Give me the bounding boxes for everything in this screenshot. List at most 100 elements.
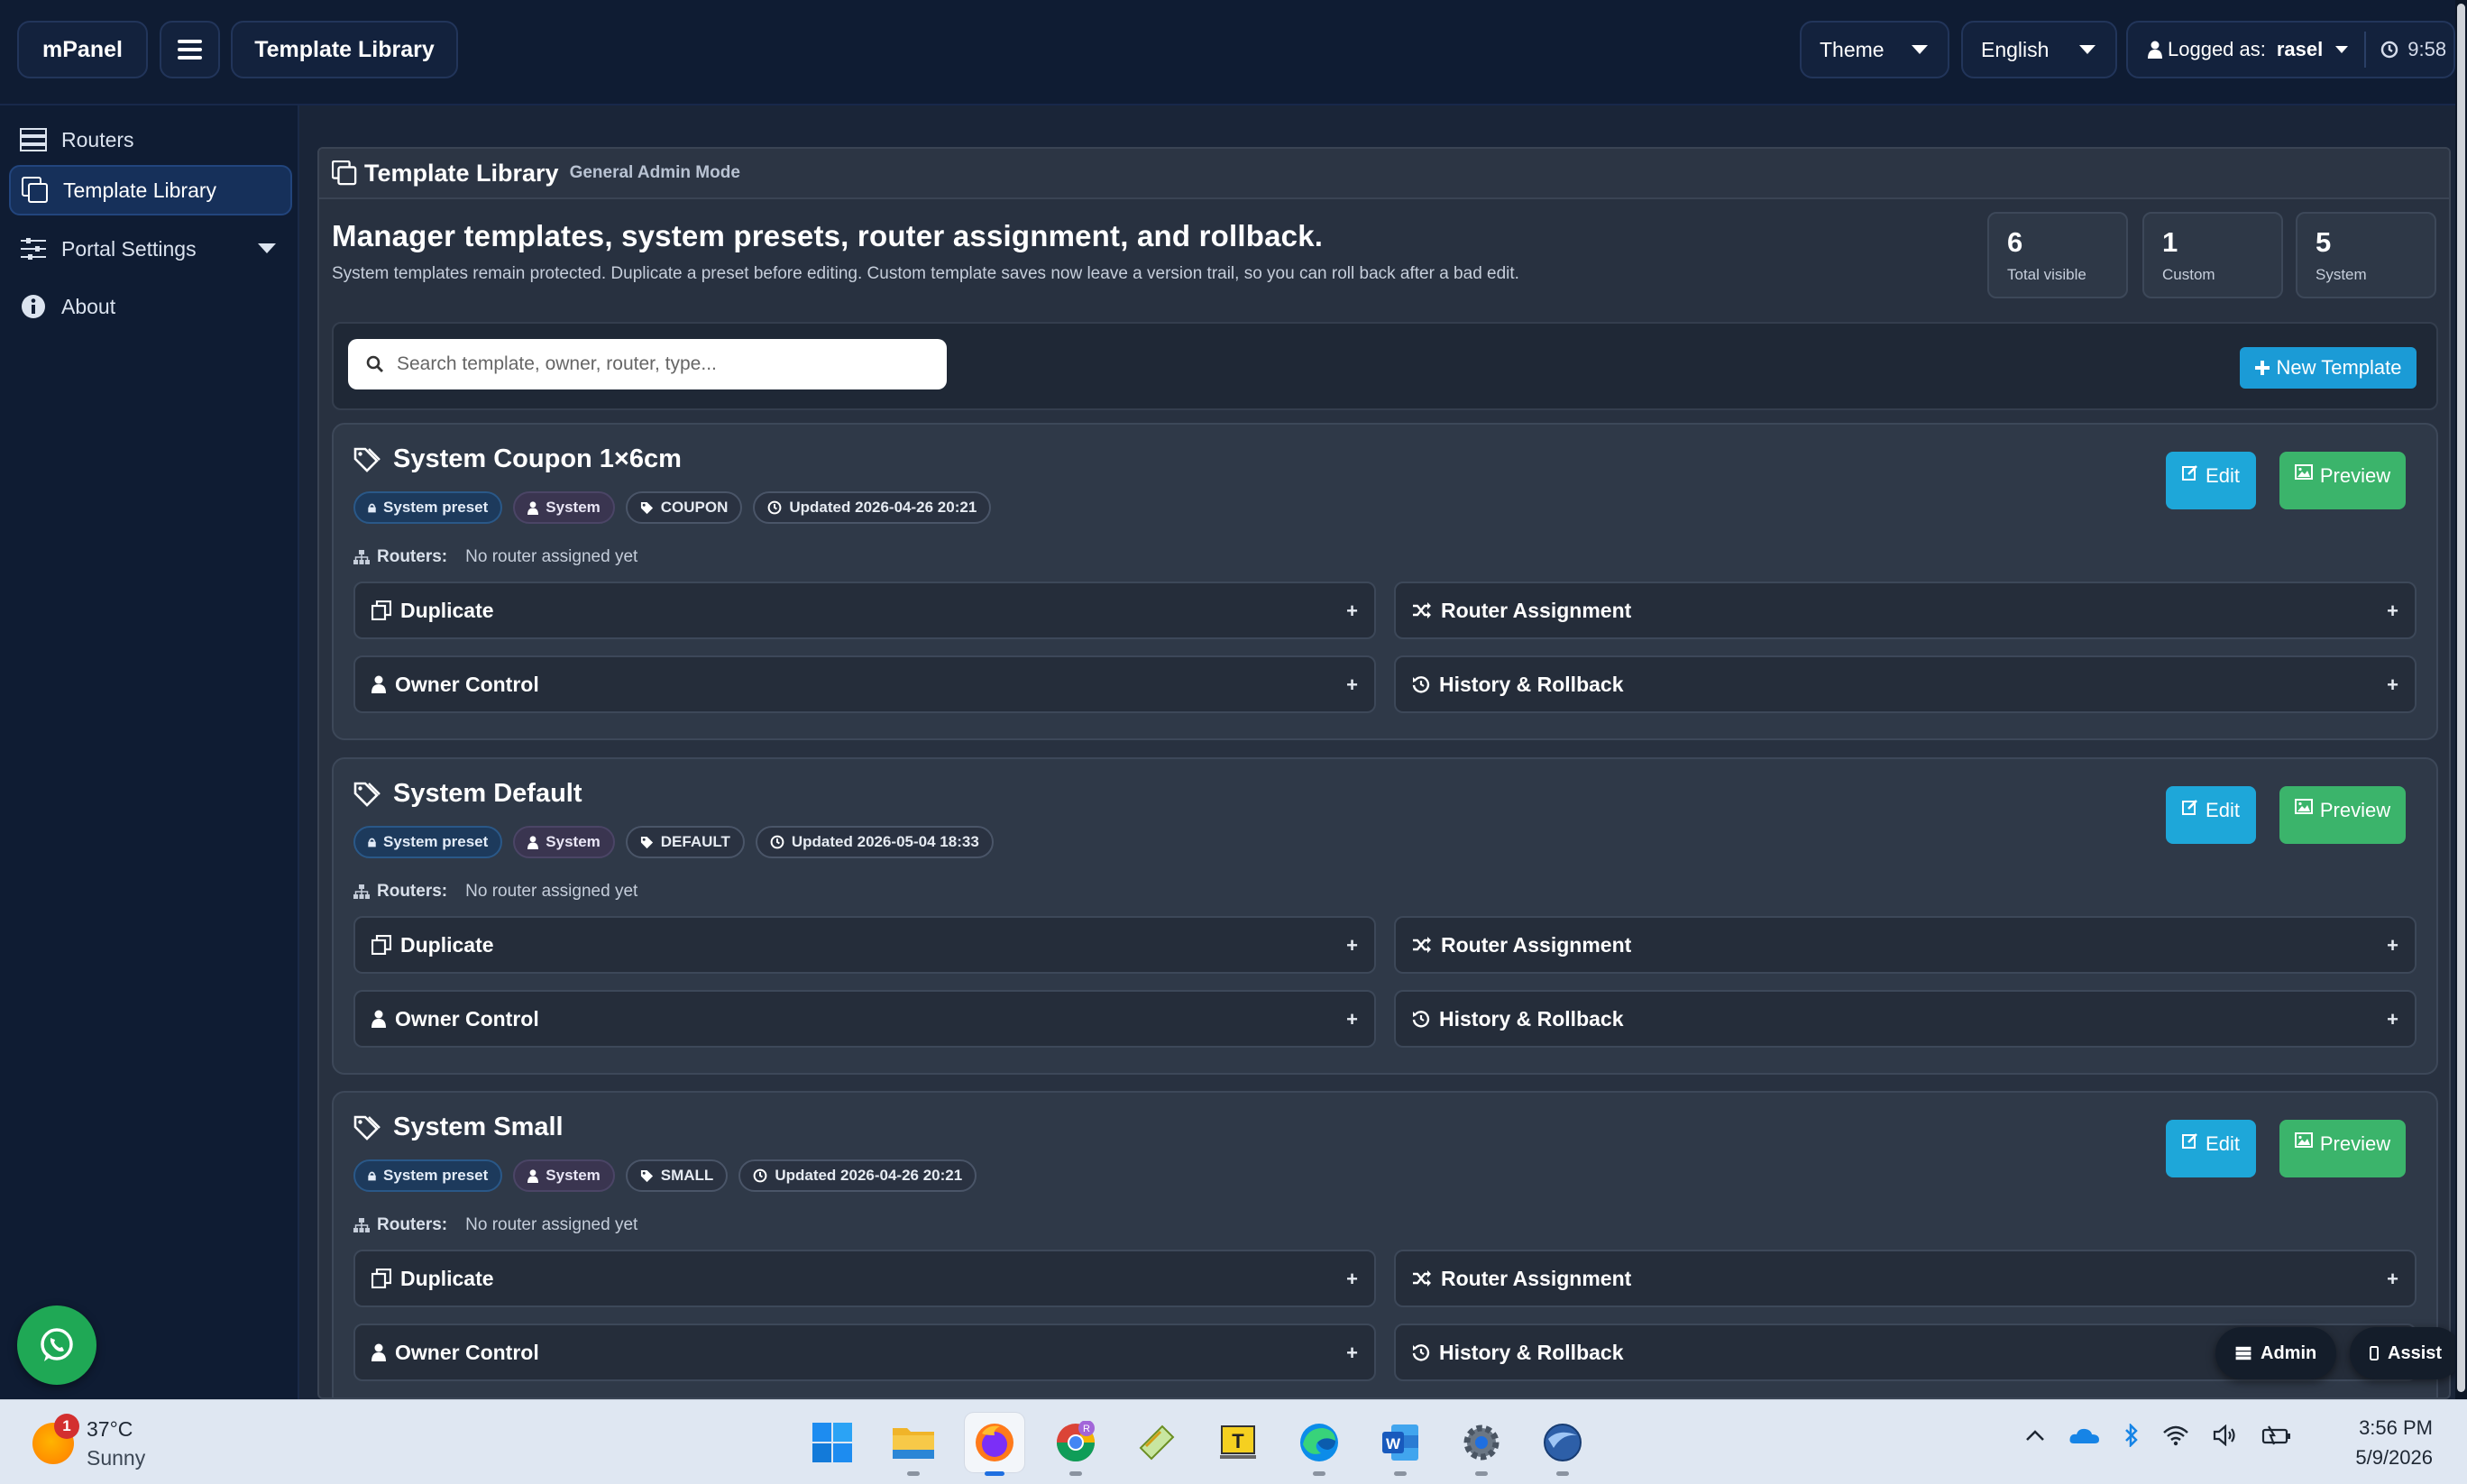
- chrome-icon[interactable]: R: [1046, 1413, 1105, 1476]
- router-assignment-section[interactable]: Router Assignment +: [1394, 582, 2417, 639]
- preview-button[interactable]: Preview: [2279, 786, 2406, 844]
- whatsapp-button[interactable]: [17, 1305, 96, 1385]
- owner-control-section[interactable]: Owner Control +: [353, 1324, 1376, 1381]
- user-dropdown[interactable]: Logged as: rasel: [2128, 38, 2349, 61]
- user-icon: [527, 500, 539, 515]
- info-icon: [18, 293, 49, 320]
- running-indicator: [1556, 1471, 1569, 1476]
- lock-icon: 🔒︎: [368, 1167, 377, 1184]
- duplicate-section[interactable]: Duplicate +: [353, 582, 1376, 639]
- sidebar-item-routers[interactable]: Routers: [9, 115, 292, 165]
- duplicate-section[interactable]: Duplicate +: [353, 1250, 1376, 1307]
- username: rasel: [2276, 38, 2324, 60]
- firefox-icon[interactable]: [965, 1413, 1024, 1476]
- clock-date: 5/9/2026: [2355, 1446, 2433, 1469]
- edit-button[interactable]: Edit: [2166, 1120, 2256, 1177]
- template-badges: 🔒︎ System preset System COUPON Updated 20…: [353, 491, 992, 524]
- history-icon: [1412, 1344, 1430, 1361]
- preview-label: Preview: [2319, 1132, 2391, 1155]
- preview-button[interactable]: Preview: [2279, 1120, 2406, 1177]
- preview-button[interactable]: Preview: [2279, 452, 2406, 509]
- preset-badge: 🔒︎ System preset: [353, 1159, 503, 1192]
- text-app-icon[interactable]: T: [1208, 1413, 1268, 1472]
- sidebar-item-portal-settings[interactable]: Portal Settings: [9, 224, 292, 274]
- word-icon[interactable]: W: [1371, 1413, 1430, 1476]
- speaker-icon[interactable]: [2213, 1424, 2238, 1446]
- panel-title: Template Library: [364, 159, 559, 187]
- badge-label: SMALL: [660, 1167, 714, 1184]
- section-label: Router Assignment: [1441, 932, 1632, 957]
- section-label: Owner Control: [395, 1340, 539, 1364]
- routers-value: No router assigned yet: [465, 1215, 638, 1234]
- new-template-button[interactable]: New Template: [2240, 347, 2417, 389]
- svg-text:T: T: [1232, 1430, 1244, 1452]
- badge-label: Updated 2026-04-26 20:21: [775, 1167, 963, 1184]
- sidebar-item-template-library[interactable]: Template Library: [9, 165, 292, 215]
- onedrive-icon[interactable]: [2068, 1425, 2101, 1445]
- admin-mode-button[interactable]: Admin: [2215, 1327, 2337, 1379]
- router-assignment-section[interactable]: Router Assignment +: [1394, 1250, 2417, 1307]
- preview-label: Preview: [2319, 464, 2391, 487]
- type-badge: COUPON: [625, 491, 743, 524]
- settings-icon[interactable]: [1452, 1413, 1511, 1476]
- history-rollback-section[interactable]: History & Rollback +: [1394, 655, 2417, 713]
- expand-plus-icon: +: [2387, 600, 2398, 622]
- clone-icon: [371, 1269, 391, 1288]
- edge-icon[interactable]: [1289, 1413, 1349, 1476]
- router-assignment-section[interactable]: Router Assignment +: [1394, 916, 2417, 974]
- badge-label: System preset: [383, 1167, 489, 1184]
- running-indicator: [1069, 1471, 1082, 1476]
- edit-button[interactable]: Edit: [2166, 452, 2256, 509]
- edit-icon: [2182, 1133, 2197, 1149]
- breadcrumb[interactable]: Template Library: [231, 21, 458, 78]
- running-indicator: [1313, 1471, 1325, 1476]
- running-indicator: [1475, 1471, 1488, 1476]
- running-indicator: [907, 1471, 920, 1476]
- scrollbar-thumb[interactable]: [2457, 4, 2465, 1392]
- badge-label: Updated 2026-04-26 20:21: [789, 499, 977, 516]
- wifi-icon[interactable]: [2162, 1424, 2189, 1446]
- section-label: History & Rollback: [1439, 1340, 1624, 1364]
- bluetooth-icon[interactable]: [2124, 1424, 2139, 1447]
- clock-icon: [2381, 41, 2398, 59]
- template-badges: 🔒︎ System preset System DEFAULT Updated 2…: [353, 826, 994, 858]
- type-badge: DEFAULT: [625, 826, 745, 858]
- weather-widget[interactable]: 1 37°C Sunny: [32, 1414, 145, 1472]
- history-rollback-section[interactable]: History & Rollback +: [1394, 990, 2417, 1048]
- hamburger-icon: [178, 40, 202, 60]
- edit-icon: [2182, 465, 2197, 481]
- search-icon: [366, 355, 383, 372]
- owner-control-section[interactable]: Owner Control +: [353, 990, 1376, 1048]
- owner-control-section[interactable]: Owner Control +: [353, 655, 1376, 713]
- assist-button[interactable]: Assist: [2350, 1327, 2462, 1379]
- battery-charging-icon[interactable]: [2261, 1424, 2292, 1446]
- user-icon: [371, 1010, 386, 1028]
- badge-label: System preset: [383, 499, 489, 516]
- search-input[interactable]: [397, 353, 929, 375]
- search-box: [348, 339, 947, 389]
- browser-globe-icon[interactable]: [1533, 1413, 1592, 1476]
- clock-icon: [753, 1168, 767, 1183]
- file-explorer-icon[interactable]: [884, 1413, 943, 1476]
- language-select[interactable]: English: [1961, 21, 2117, 78]
- duplicate-section[interactable]: Duplicate +: [353, 916, 1376, 974]
- stat-label: System: [2316, 266, 2367, 283]
- start-icon[interactable]: [802, 1413, 862, 1472]
- badge-label: DEFAULT: [660, 833, 730, 850]
- expand-plus-icon: +: [1346, 1342, 1358, 1364]
- caret-down-icon: [2079, 45, 2096, 54]
- sticky-app-icon[interactable]: [1127, 1413, 1187, 1472]
- chevron-up-icon[interactable]: [2025, 1429, 2045, 1442]
- template-library-panel: Template Library General Admin Mode Mana…: [317, 147, 2451, 1399]
- taskbar-clock[interactable]: 3:56 PM 5/9/2026: [2343, 1413, 2433, 1472]
- caret-down-icon: [2335, 46, 2349, 53]
- template-name: System Coupon 1×6cm: [393, 444, 682, 473]
- sidebar-item-about[interactable]: About: [9, 281, 292, 332]
- menu-toggle-button[interactable]: [160, 21, 220, 78]
- page-scrollbar[interactable]: [2455, 0, 2467, 1399]
- edit-button[interactable]: Edit: [2166, 786, 2256, 844]
- owner-badge: System: [513, 1159, 615, 1192]
- theme-select[interactable]: Theme: [1800, 21, 1949, 78]
- section-label: History & Rollback: [1439, 1006, 1624, 1031]
- brand-button[interactable]: mPanel: [17, 21, 148, 78]
